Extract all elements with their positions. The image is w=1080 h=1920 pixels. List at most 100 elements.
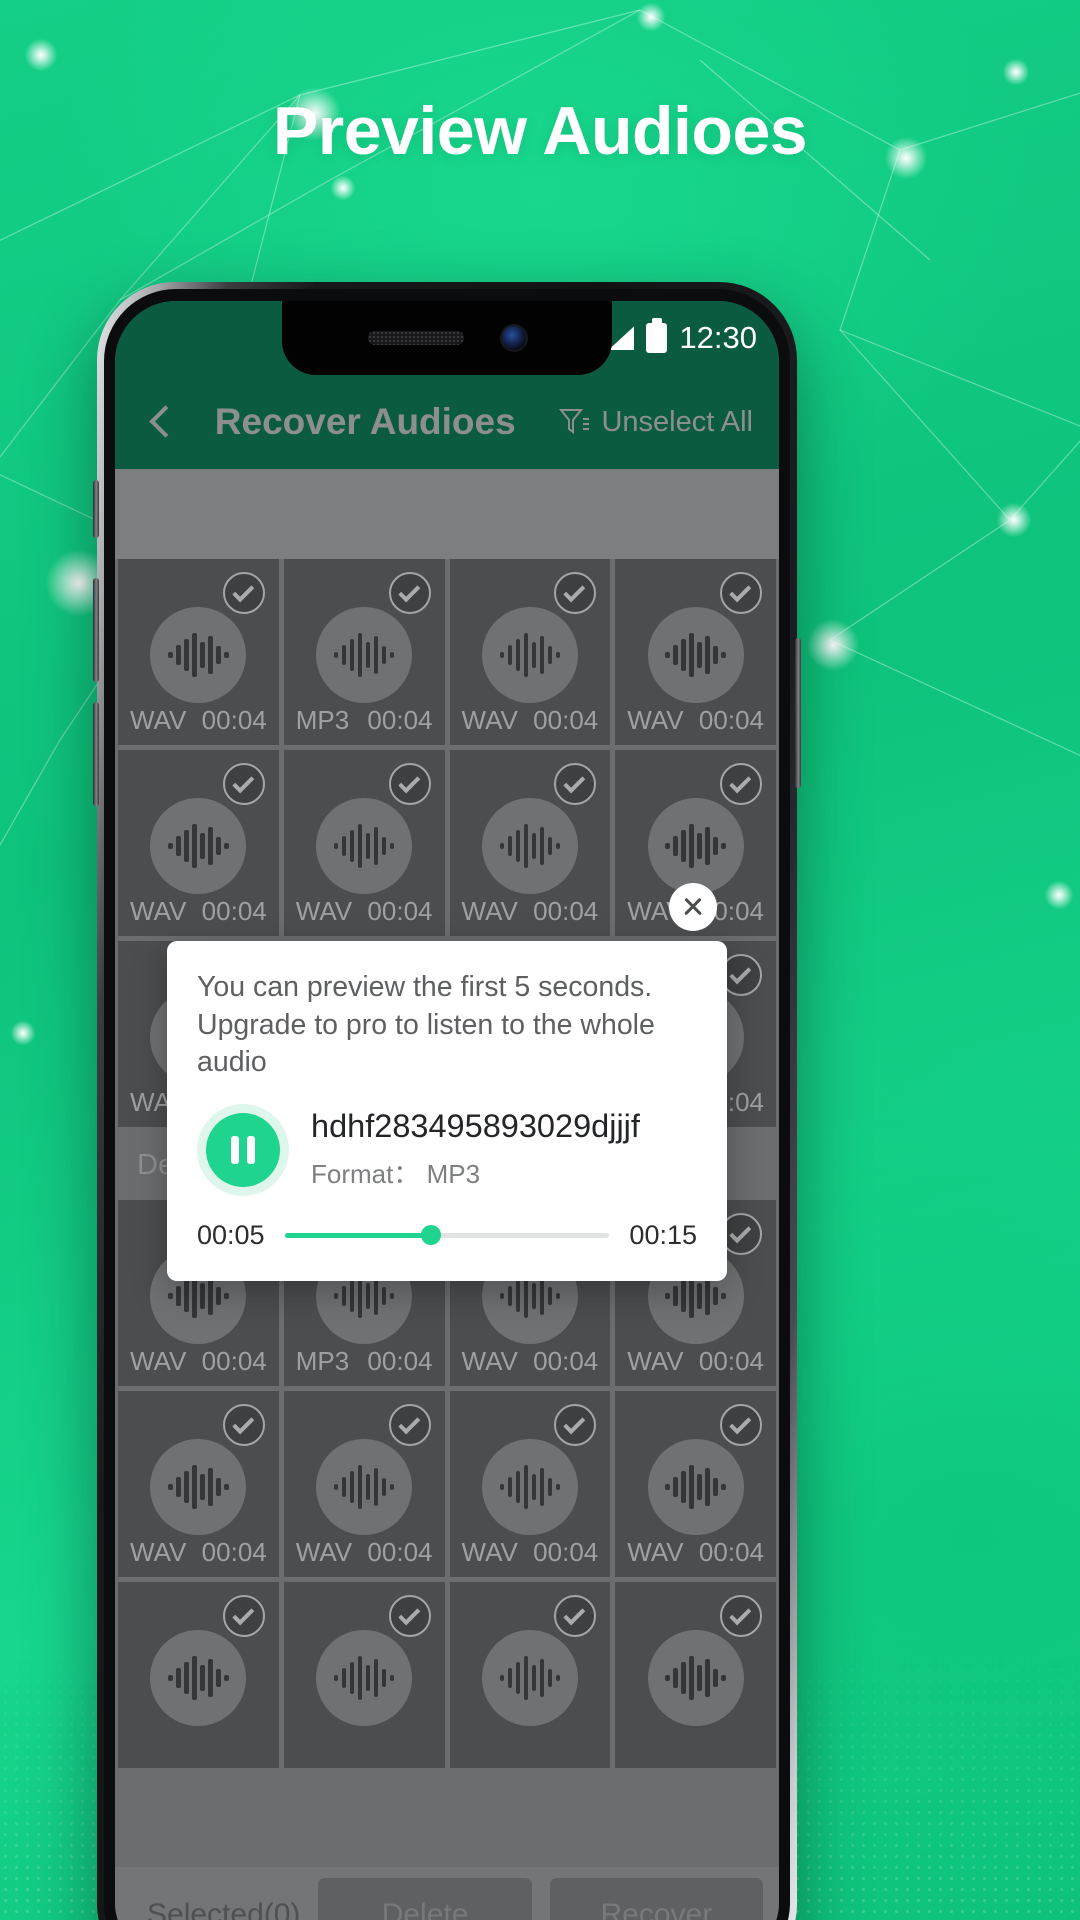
waveform-icon	[481, 1439, 578, 1535]
play-pause-button[interactable]	[197, 1103, 289, 1196]
audio-tile[interactable]: WAV 00:04	[118, 1391, 279, 1577]
audio-tile[interactable]: WAV 00:04	[118, 750, 279, 936]
audio-tile[interactable]: WAV 00:04	[615, 559, 776, 745]
check-icon[interactable]	[388, 1404, 431, 1446]
waveform-icon	[150, 1439, 247, 1535]
seek-bar-row: 00:05 00:15	[197, 1220, 697, 1251]
delete-button[interactable]: Delete	[318, 1878, 532, 1920]
audio-tile-meta: WAV 00:04	[118, 1537, 279, 1568]
audio-tile-meta: WAV 00:04	[450, 1346, 611, 1377]
seek-slider[interactable]	[284, 1225, 610, 1246]
audio-duration: 00:04	[201, 1346, 267, 1376]
bottom-action-bar: Selected(0) Delete Recover	[115, 1867, 779, 1920]
phone-button-volume-up	[93, 578, 99, 682]
audio-duration: 00:04	[367, 896, 433, 926]
audio-tile-meta: WAV 00:04	[118, 1346, 279, 1377]
funnel-filter-icon	[559, 407, 590, 437]
audio-tile-meta: WAV 00:04	[284, 1537, 445, 1568]
selected-count-label: Selected(0)	[147, 1898, 301, 1920]
check-icon[interactable]	[554, 763, 597, 805]
check-icon[interactable]	[554, 1595, 597, 1637]
signal-bars-icon	[608, 326, 634, 350]
waveform-icon	[647, 798, 744, 894]
audio-duration: 00:04	[698, 705, 764, 735]
waveform-icon	[150, 607, 247, 703]
check-icon[interactable]	[554, 572, 597, 614]
audio-tile-meta: MP3 00:04	[284, 705, 445, 736]
audio-tile[interactable]: WAV 00:04	[449, 750, 611, 936]
phone-button-power	[795, 638, 801, 788]
audio-duration: 00:04	[533, 896, 599, 926]
total-time: 00:15	[629, 1219, 697, 1250]
battery-icon	[646, 323, 668, 353]
close-x-icon[interactable]	[669, 883, 717, 931]
audio-tile[interactable]: MP3 00:04	[283, 559, 445, 745]
audio-tile[interactable]	[283, 1582, 445, 1768]
check-icon[interactable]	[388, 572, 431, 614]
check-icon[interactable]	[222, 1595, 265, 1637]
audio-format: WAV	[461, 1537, 518, 1567]
audio-tile[interactable]: WAV 00:04	[283, 1391, 445, 1577]
audio-tile[interactable]: WAV 00:04	[118, 559, 279, 745]
audio-duration: 00:04	[201, 896, 267, 926]
audio-grid-row-1: WAV 00:04 MP3 00:04 WAV 00:04 WAV 00:04	[115, 559, 779, 745]
status-bar-time: 12:30	[679, 320, 757, 355]
audio-duration: 00:04	[698, 1537, 764, 1567]
audio-format: WAV	[130, 896, 187, 926]
check-icon[interactable]	[720, 572, 762, 614]
phone-button-volume-down	[93, 702, 99, 806]
audio-tile-meta: WAV 00:04	[615, 1537, 776, 1568]
check-icon[interactable]	[554, 1404, 597, 1446]
check-icon[interactable]	[720, 1595, 762, 1637]
audio-tile-meta: WAV 00:04	[450, 705, 611, 736]
check-icon[interactable]	[388, 763, 431, 805]
audio-tile-meta: WAV 00:04	[284, 896, 445, 927]
audio-grid-row-5: WAV 00:04 WAV 00:04 WAV 00:04 WAV 00:04	[115, 1391, 779, 1577]
check-icon[interactable]	[720, 1404, 762, 1446]
audio-format: WAV	[461, 1346, 518, 1376]
unselect-all-button[interactable]: Unselect All	[559, 406, 753, 439]
audio-format: WAV	[130, 1346, 187, 1376]
format-label: Format：	[311, 1159, 420, 1190]
preview-dialog: You can preview the first 5 seconds. Upg…	[167, 883, 727, 1281]
check-icon[interactable]	[222, 763, 265, 805]
chevron-left-icon[interactable]	[141, 402, 181, 442]
audio-tile[interactable]: WAV 00:04	[615, 1391, 776, 1577]
audio-duration: 00:04	[533, 1537, 599, 1567]
audio-format: MP3	[295, 1346, 350, 1376]
check-icon[interactable]	[388, 1595, 431, 1637]
waveform-icon	[481, 798, 578, 894]
waveform-icon	[647, 1630, 744, 1726]
check-icon[interactable]	[222, 1404, 265, 1446]
app-header: Recover Audioes Unselect All	[115, 375, 779, 469]
phone-button-mute	[93, 480, 99, 538]
phone-screen: 12:30 Recover Audioes Unselect All WAV 0…	[115, 301, 779, 1920]
seek-knob[interactable]	[420, 1225, 441, 1246]
audio-tile-meta: WAV 00:04	[615, 1346, 776, 1377]
audio-duration: 00:04	[367, 705, 433, 735]
audio-tile-meta: WAV 00:04	[450, 1537, 611, 1568]
audio-format: WAV	[461, 896, 518, 926]
audio-tile[interactable]: WAV 00:04	[283, 750, 445, 936]
check-icon[interactable]	[222, 572, 265, 614]
audio-duration: 00:04	[201, 1537, 267, 1567]
earpiece-speaker-icon	[368, 331, 464, 345]
audio-format: MP3	[295, 705, 350, 735]
audio-tile-meta: MP3 00:04	[284, 1346, 445, 1377]
pause-icon	[206, 1112, 280, 1187]
audio-tile[interactable]: WAV 00:04	[449, 559, 611, 745]
audio-tile-meta: WAV 00:04	[615, 705, 776, 736]
recover-button[interactable]: Recover	[549, 1878, 764, 1920]
audio-tile[interactable]: WAV 00:04	[449, 1391, 611, 1577]
audio-tile-meta: WAV 00:04	[118, 705, 279, 736]
track-file-name: hdhf283495893029djjjf	[311, 1108, 640, 1145]
audio-tile[interactable]	[449, 1582, 611, 1768]
audio-duration: 00:04	[201, 705, 267, 735]
audio-tile[interactable]	[615, 1582, 776, 1768]
audio-format: WAV	[627, 1346, 684, 1376]
check-icon[interactable]	[720, 763, 762, 805]
audio-duration: 00:04	[367, 1537, 433, 1567]
waveform-icon	[647, 607, 744, 703]
audio-tile[interactable]	[118, 1582, 279, 1768]
phone-mockup: 12:30 Recover Audioes Unselect All WAV 0…	[93, 282, 801, 1920]
